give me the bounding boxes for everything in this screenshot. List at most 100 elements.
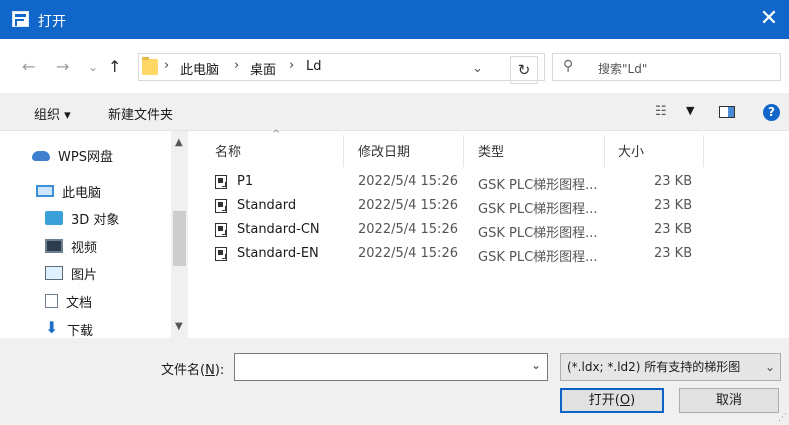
chevron-down-icon: ⌄: [764, 360, 775, 374]
filename-input[interactable]: ⌄: [234, 353, 548, 381]
sidebar-item-label: 3D 对象: [71, 212, 120, 228]
breadcrumb-separator[interactable]: ›: [164, 58, 169, 73]
search-placeholder: 搜索"Ld": [598, 62, 648, 76]
forward-button[interactable]: →: [56, 57, 69, 76]
sidebar-item-3d-objects[interactable]: 3D 对象: [45, 207, 119, 229]
open-button-accesskey: O: [619, 393, 631, 408]
scrollbar-thumb[interactable]: [173, 211, 186, 266]
file-type: GSK PLC梯形图程...: [478, 202, 598, 217]
dialog-footer: 文件名(N): ⌄ (*.ldx; *.ld2) 所有支持的梯形图 ⌄ 打开(O…: [0, 338, 789, 425]
filename-label-text: ):: [214, 363, 225, 378]
sidebar-item-label: 图片: [71, 267, 98, 283]
file-type: GSK PLC梯形图程...: [478, 250, 598, 265]
refresh-button[interactable]: ↻: [510, 56, 538, 84]
open-button[interactable]: 打开(O): [560, 388, 664, 413]
documents-icon: [45, 294, 58, 308]
file-type-filter-value: (*.ldx; *.ld2) 所有支持的梯形图: [567, 360, 741, 374]
back-button[interactable]: ←: [22, 57, 35, 76]
filename-label: 文件名(N):: [161, 359, 224, 378]
column-header-name[interactable]: 名称: [215, 141, 241, 160]
organize-button[interactable]: 组织 ▾: [34, 104, 71, 123]
file-type: GSK PLC梯形图程...: [478, 226, 598, 241]
file-row[interactable]: Standard 2022/5/4 15:26 GSK PLC梯形图程... 2…: [193, 195, 789, 219]
file-size: 23 KB: [654, 174, 693, 189]
folder-icon: [142, 57, 158, 75]
address-bar[interactable]: › 此电脑 › 桌面 › Ld: [138, 53, 545, 81]
ladder-file-icon: [215, 175, 227, 189]
scroll-up-arrow[interactable]: ▲: [175, 137, 183, 148]
navigation-pane: WPS网盘 此电脑 3D 对象 视频 图片 文档 下载: [0, 131, 188, 338]
file-name: Standard: [237, 198, 297, 213]
file-size: 23 KB: [654, 246, 693, 261]
column-divider[interactable]: [703, 135, 704, 167]
sidebar-item-downloads[interactable]: 下载: [45, 318, 94, 339]
computer-icon: [36, 185, 54, 197]
column-divider[interactable]: [343, 135, 344, 167]
search-input[interactable]: ⚲ 搜索"Ld": [552, 53, 781, 81]
file-list: 名称 ^ 修改日期 类型 大小 P1 2022/5/4 15:26 GSK PL…: [193, 129, 789, 338]
app-icon: [12, 11, 29, 27]
recent-locations-button[interactable]: ⌄: [88, 60, 98, 74]
scroll-down-arrow[interactable]: ▼: [175, 321, 183, 332]
sidebar-item-label: 下载: [67, 323, 94, 339]
view-dropdown-button[interactable]: ▼: [686, 104, 694, 117]
sidebar-item-label: 此电脑: [62, 185, 102, 201]
column-header-type[interactable]: 类型: [478, 141, 504, 160]
column-divider[interactable]: [604, 135, 605, 167]
file-name: P1: [237, 174, 254, 189]
sidebar-item-documents[interactable]: 文档: [45, 290, 92, 312]
file-row[interactable]: Standard-CN 2022/5/4 15:26 GSK PLC梯形图程..…: [193, 219, 789, 243]
ladder-file-icon: [215, 247, 227, 261]
cancel-button[interactable]: 取消: [679, 388, 779, 413]
close-button[interactable]: ✕: [749, 0, 789, 39]
downloads-icon: [45, 318, 59, 337]
pictures-icon: [45, 266, 63, 280]
sort-ascending-icon: ^: [272, 129, 281, 140]
sidebar-item-label: 文档: [66, 295, 93, 311]
file-type: GSK PLC梯形图程...: [478, 178, 598, 193]
window-title: 打开: [38, 14, 66, 30]
view-options-icon[interactable]: ☷: [655, 104, 667, 119]
file-name: Standard-CN: [237, 222, 320, 237]
sidebar-item-this-pc[interactable]: 此电脑: [36, 180, 101, 202]
file-date: 2022/5/4 15:26: [358, 198, 458, 213]
video-icon: [45, 239, 63, 253]
resize-grip-icon[interactable]: ⋰: [778, 413, 787, 423]
sidebar-item-videos[interactable]: 视频: [45, 235, 97, 257]
filename-history-dropdown[interactable]: ⌄: [531, 358, 541, 372]
file-row[interactable]: Standard-EN 2022/5/4 15:26 GSK PLC梯形图程..…: [193, 243, 789, 267]
breadcrumb-ld[interactable]: Ld: [306, 59, 322, 74]
sidebar-scrollbar[interactable]: ▲ ▼: [171, 131, 188, 338]
search-icon: ⚲: [563, 58, 574, 74]
sidebar-item-label: WPS网盘: [58, 149, 113, 165]
help-icon[interactable]: ?: [763, 104, 780, 121]
breadcrumb-separator[interactable]: ›: [234, 58, 239, 73]
new-folder-button[interactable]: 新建文件夹: [108, 104, 173, 123]
file-row[interactable]: P1 2022/5/4 15:26 GSK PLC梯形图程... 23 KB: [193, 171, 789, 195]
file-size: 23 KB: [654, 198, 693, 213]
column-header-date[interactable]: 修改日期: [358, 141, 410, 160]
file-type-filter-select[interactable]: (*.ldx; *.ld2) 所有支持的梯形图 ⌄: [560, 353, 781, 381]
breadcrumb-separator[interactable]: ›: [289, 58, 294, 73]
breadcrumb-this-pc[interactable]: 此电脑: [180, 59, 219, 78]
column-header-size[interactable]: 大小: [618, 141, 644, 160]
file-date: 2022/5/4 15:26: [358, 246, 458, 261]
up-button[interactable]: ↑: [108, 57, 121, 76]
title-bar: 打开 ✕: [0, 0, 789, 39]
command-bar: 组织 ▾ 新建文件夹 ☷ ▼ ?: [0, 93, 789, 131]
cloud-icon: [32, 151, 50, 161]
ladder-file-icon: [215, 223, 227, 237]
file-size: 23 KB: [654, 222, 693, 237]
address-dropdown-button[interactable]: ⌄: [472, 61, 483, 76]
open-button-text: ): [630, 393, 636, 408]
3d-objects-icon: [45, 211, 63, 225]
preview-pane-icon[interactable]: [719, 106, 735, 118]
breadcrumb-desktop[interactable]: 桌面: [250, 59, 276, 78]
column-divider[interactable]: [463, 135, 464, 167]
sidebar-item-pictures[interactable]: 图片: [45, 262, 97, 284]
column-header-label: 名称: [215, 145, 242, 160]
ladder-file-icon: [215, 199, 227, 213]
file-date: 2022/5/4 15:26: [358, 222, 458, 237]
sidebar-item-wps-cloud[interactable]: WPS网盘: [32, 144, 113, 166]
filename-label-text: 文件名(: [161, 363, 206, 378]
